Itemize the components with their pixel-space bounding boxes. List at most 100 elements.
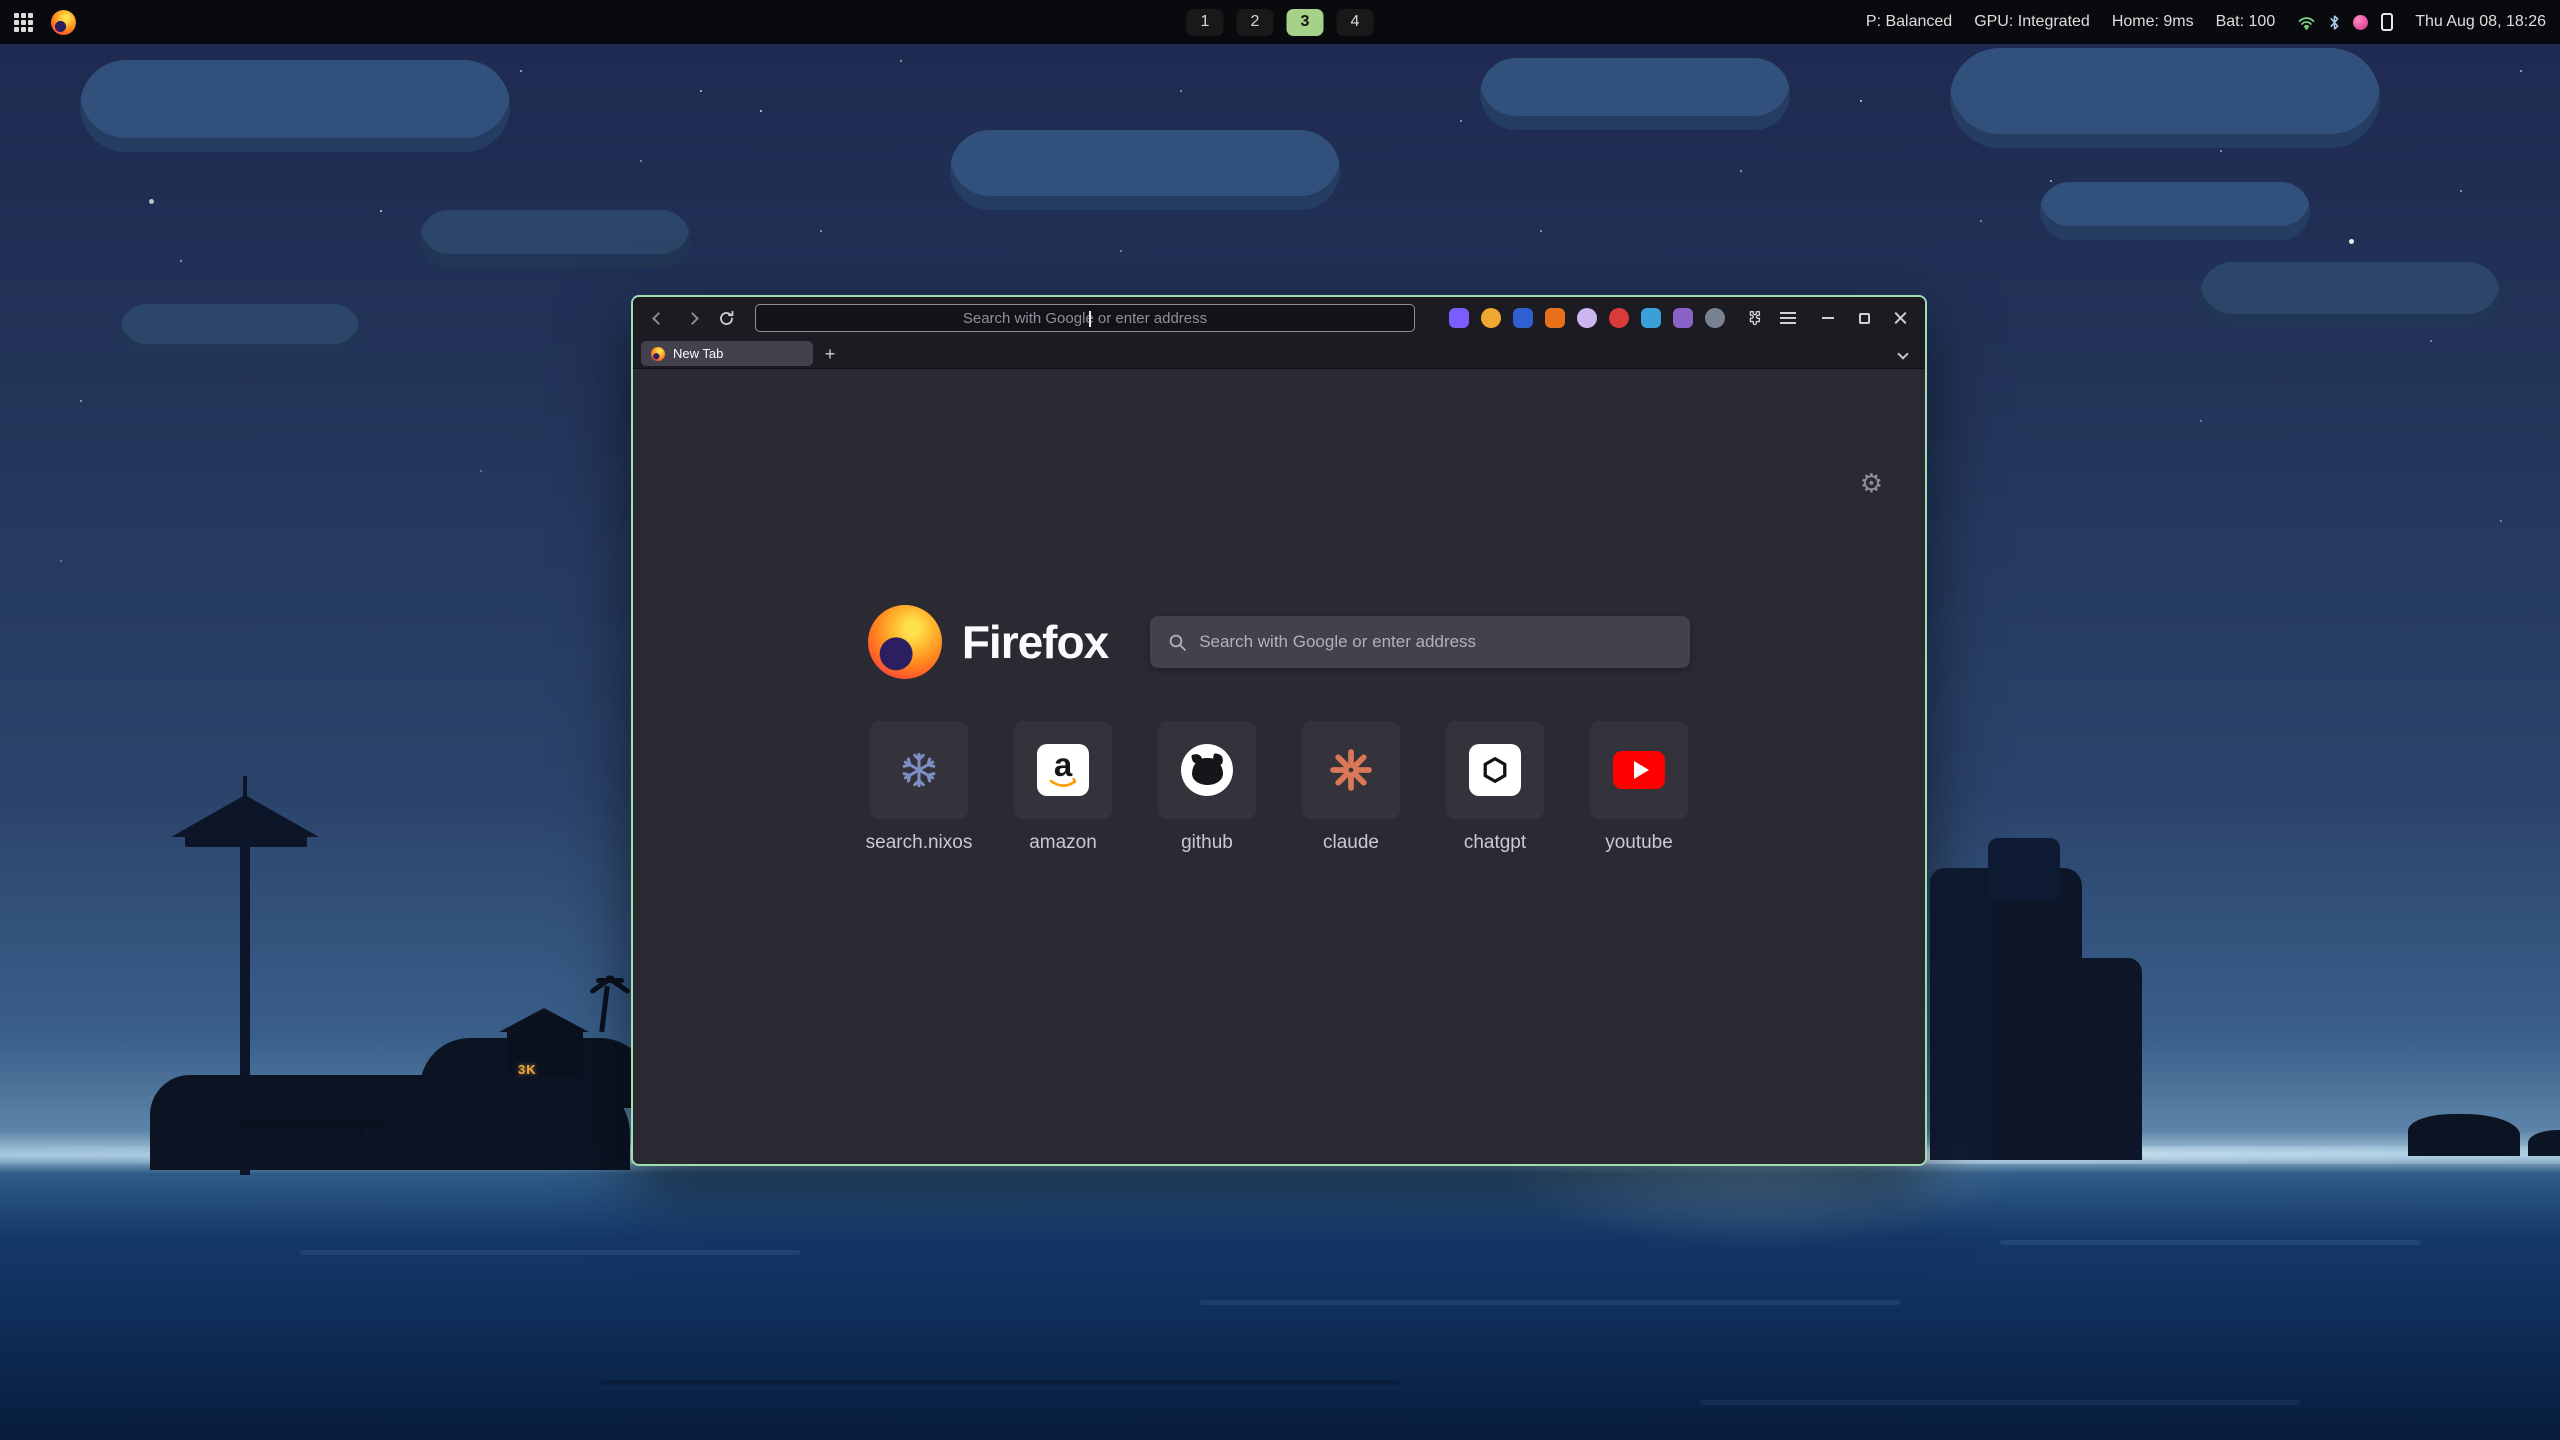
forward-button[interactable] — [677, 304, 707, 332]
extension-icon-3[interactable] — [1513, 308, 1533, 328]
search-icon — [1168, 633, 1187, 652]
youtube-play-icon — [1613, 751, 1665, 789]
extensions-button[interactable] — [1739, 304, 1769, 332]
extension-icon-4[interactable] — [1545, 308, 1565, 328]
forward-icon — [686, 312, 699, 325]
close-button[interactable] — [1885, 304, 1915, 332]
workspace-1[interactable]: 1 — [1187, 9, 1224, 36]
shortcut-label: search.nixos — [866, 832, 973, 854]
workspace-2[interactable]: 2 — [1237, 9, 1274, 36]
small-rocks — [2528, 1130, 2560, 1156]
chevron-down-icon — [1897, 348, 1908, 359]
extension-icon-9[interactable] — [1705, 308, 1725, 328]
wave — [300, 1250, 800, 1255]
pier-post — [360, 1124, 364, 1140]
extension-icon-7[interactable] — [1641, 308, 1661, 328]
wifi-icon[interactable] — [2297, 15, 2316, 30]
new-tab-page: ⚙ Firefox — [633, 369, 1925, 1164]
taskbar: 1 2 3 4 P: Balanced GPU: Integrated Home… — [0, 0, 2560, 44]
bluetooth-icon[interactable] — [2329, 14, 2340, 31]
palm-tree — [599, 986, 610, 1032]
pier-post — [246, 1124, 250, 1140]
shortcut-tile — [1446, 721, 1544, 819]
wave — [1700, 1400, 2300, 1405]
maximize-icon — [1859, 313, 1870, 324]
reload-button[interactable] — [711, 304, 741, 332]
shortcut-grid: search.nixos a amazon — [870, 721, 1688, 854]
newtab-hero: Firefox — [633, 605, 1925, 679]
cloud — [950, 130, 1340, 210]
watchtower-roof — [171, 795, 319, 837]
shortcut-label: chatgpt — [1464, 832, 1526, 854]
firefox-favicon — [651, 347, 665, 361]
url-bar[interactable] — [755, 304, 1415, 332]
list-all-tabs-button[interactable] — [1899, 350, 1907, 358]
water-reflection — [1400, 1160, 2120, 1360]
newtab-search-bar[interactable] — [1150, 616, 1690, 668]
amazon-icon: a — [1037, 744, 1089, 796]
cloud — [120, 304, 360, 358]
minimize-icon — [1822, 317, 1834, 319]
url-input[interactable] — [756, 310, 1414, 327]
wave — [600, 1380, 1400, 1385]
openai-icon — [1469, 744, 1521, 796]
personalize-button[interactable]: ⚙ — [1860, 469, 1883, 499]
tab-title: New Tab — [673, 346, 723, 361]
shortcut-search-nixos[interactable]: search.nixos — [870, 721, 968, 854]
workspace-3[interactable]: 3 — [1287, 9, 1324, 36]
firefox-window: New Tab + ⚙ Firefox — [631, 295, 1927, 1166]
workspace-4[interactable]: 4 — [1337, 9, 1374, 36]
cliff-ledge — [1988, 838, 2060, 900]
menu-button[interactable] — [1773, 304, 1803, 332]
firefox-logo — [868, 605, 942, 679]
shortcut-label: youtube — [1605, 832, 1673, 854]
new-tab-button[interactable]: + — [817, 341, 843, 366]
extension-icon-2[interactable] — [1481, 308, 1501, 328]
extension-icon-1[interactable] — [1449, 308, 1469, 328]
maximize-button[interactable] — [1849, 304, 1879, 332]
hamburger-icon — [1780, 317, 1796, 319]
phone-icon[interactable] — [2381, 13, 2393, 31]
gpu-status: GPU: Integrated — [1974, 13, 2090, 31]
extension-icon-8[interactable] — [1673, 308, 1693, 328]
back-icon — [652, 312, 665, 325]
extension-icon-5[interactable] — [1577, 308, 1597, 328]
tab-new-tab[interactable]: New Tab — [641, 341, 813, 366]
shortcut-amazon[interactable]: a amazon — [1014, 721, 1112, 854]
shortcut-claude[interactable]: claude — [1302, 721, 1400, 854]
firefox-taskbar-icon[interactable] — [51, 10, 76, 35]
nixos-snowflake-icon — [898, 749, 940, 791]
shortcut-youtube[interactable]: youtube — [1590, 721, 1688, 854]
shortcut-tile — [1158, 721, 1256, 819]
newtab-search-input[interactable] — [1199, 632, 1672, 652]
clock[interactable]: Thu Aug 08, 18:26 — [2415, 13, 2546, 31]
system-tray — [2297, 13, 2393, 31]
workspace-switcher: 1 2 3 4 — [1187, 9, 1374, 36]
navigation-toolbar — [633, 297, 1925, 339]
hut-sign: 3K — [518, 1062, 537, 1077]
firefox-wordmark: Firefox — [962, 615, 1108, 669]
close-icon — [1893, 311, 1907, 325]
shortcut-label: claude — [1323, 832, 1379, 854]
small-rocks — [2408, 1114, 2520, 1156]
cloud — [420, 210, 690, 268]
indicator-icon[interactable] — [2353, 15, 2368, 30]
wave — [2000, 1240, 2420, 1245]
extensions-row — [1449, 308, 1725, 328]
shortcut-tile — [870, 721, 968, 819]
shortcut-github[interactable]: github — [1158, 721, 1256, 854]
minimize-button[interactable] — [1813, 304, 1843, 332]
extension-icon-6[interactable] — [1609, 308, 1629, 328]
puzzle-icon — [1745, 309, 1763, 327]
window-controls — [1813, 304, 1915, 332]
shortcut-chatgpt[interactable]: chatgpt — [1446, 721, 1544, 854]
cloud — [2200, 262, 2500, 328]
back-button[interactable] — [643, 304, 673, 332]
app-launcher-icon[interactable] — [14, 13, 33, 32]
shortcut-label: github — [1181, 832, 1233, 854]
github-octocat-icon — [1181, 744, 1233, 796]
hut-roof — [499, 1008, 589, 1032]
shortcut-tile: a — [1014, 721, 1112, 819]
cloud — [1950, 48, 2380, 148]
cloud — [80, 60, 510, 152]
